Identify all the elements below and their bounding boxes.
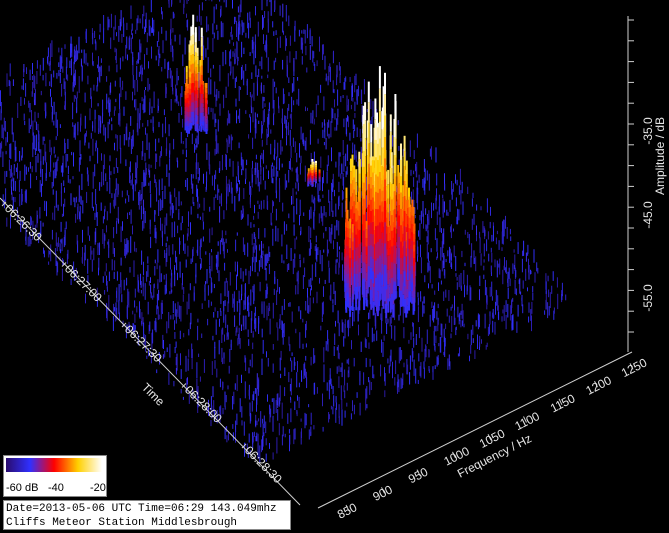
- amplitude-tick-label: -45.0: [641, 201, 655, 229]
- colorbar-legend: -60 dB -40 -20: [3, 455, 107, 497]
- tick-labels: 06:26:3006:27:0006:27:3006:28:0006:28:30…: [1, 19, 655, 522]
- time-tick-label: 06:28:00: [182, 383, 225, 426]
- time-tick-label: 06:28:30: [242, 443, 285, 486]
- frequency-tick-label: 850: [335, 500, 359, 522]
- time-axis-title: Time: [139, 380, 168, 409]
- amplitude-tick-label: -55.0: [641, 284, 655, 312]
- info-date-line: Date=2013-05-06 UTC Time=06:29 143.049mh…: [6, 503, 277, 515]
- colorbar-tick-min: -60 dB: [6, 482, 39, 494]
- frequency-tick-label: 1250: [619, 355, 649, 380]
- amplitude-axis-title: Amplitude / dB: [653, 117, 667, 195]
- colorbar-tick-mid: -40: [48, 482, 64, 494]
- colorbar-gradient: [6, 458, 102, 472]
- colorbar-tick-max: -20: [90, 482, 106, 494]
- frequency-axis-line: [317, 351, 633, 509]
- station-info-box: Date=2013-05-06 UTC Time=06:29 143.049mh…: [3, 500, 291, 530]
- waterfall-plot: 06:26:3006:27:0006:27:3006:28:0006:28:30…: [0, 0, 667, 522]
- info-station-line: Cliffs Meteor Station Middlesbrough: [6, 517, 238, 529]
- frequency-tick-label: 1100: [513, 409, 543, 433]
- axes: [0, 16, 633, 509]
- time-tick-label: 06:26:30: [2, 201, 45, 244]
- frequency-tick-label: 1200: [584, 373, 614, 398]
- frequency-tick-label: 900: [371, 482, 395, 504]
- spectrogram-figure: 06:26:30 06:27:00 06:27:30 06:28:00 06:28:30…: [0, 0, 669, 533]
- frequency-tick-label: 1150: [548, 391, 578, 415]
- noise-floor: [0, 0, 567, 463]
- frequency-tick-label: 950: [406, 465, 430, 487]
